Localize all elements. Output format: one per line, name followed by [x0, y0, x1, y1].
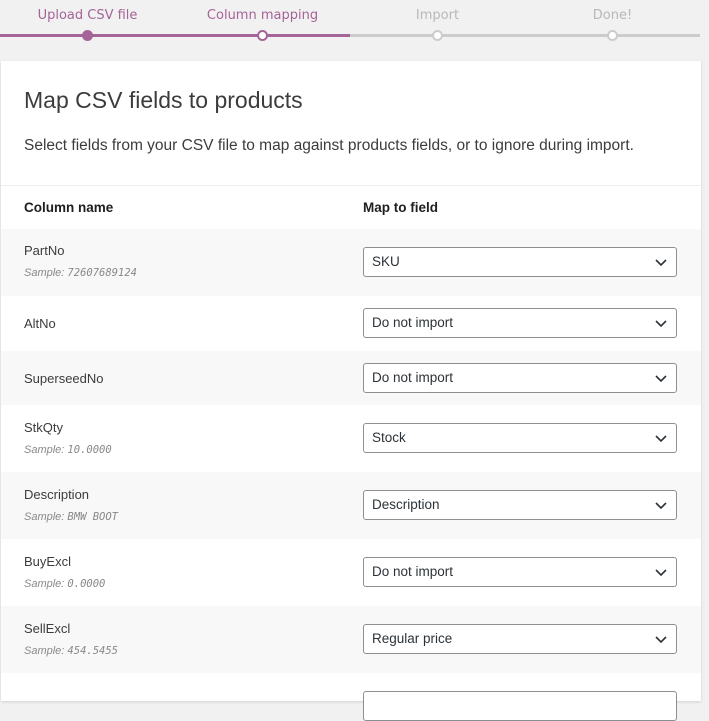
- table-row: [1, 673, 701, 721]
- map-field-select[interactable]: Stock: [363, 423, 677, 453]
- chevron-down-icon: [655, 569, 667, 577]
- step-done: Done!: [525, 0, 700, 52]
- table-row: Description Sample: BMW BOOT Description: [1, 472, 701, 539]
- column-name: AltNo: [24, 316, 56, 331]
- column-sample: Sample: 72607689124: [24, 267, 137, 279]
- chevron-down-icon: [655, 320, 667, 328]
- map-field-select[interactable]: Regular price: [363, 624, 677, 654]
- chevron-down-icon: [655, 435, 667, 443]
- column-name: Description: [24, 487, 90, 502]
- column-name: StkQty: [24, 420, 64, 435]
- mapping-card: Map CSV fields to products Select fields…: [1, 61, 701, 721]
- map-to-field-header: Map to field: [363, 200, 438, 215]
- chevron-down-icon: [655, 502, 667, 510]
- column-name: SellExcl: [24, 621, 71, 636]
- table-header: Column name Map to field: [1, 186, 701, 229]
- step-dot-icon: [607, 30, 618, 41]
- map-field-select[interactable]: Do not import: [363, 363, 677, 393]
- import-progress-steps: Upload CSV file Column mapping Import Do…: [0, 0, 709, 52]
- step-dot-icon: [82, 30, 93, 41]
- table-row: StkQty Sample: 10.0000 Stock: [1, 405, 701, 472]
- step-label: Done!: [592, 8, 633, 23]
- step-upload-csv: Upload CSV file: [0, 0, 175, 52]
- column-sample: Sample: 454.5455: [24, 645, 118, 657]
- card-header: Map CSV fields to products Select fields…: [1, 61, 701, 186]
- step-column-mapping: Column mapping: [175, 0, 350, 52]
- map-field-select[interactable]: SKU: [363, 247, 677, 277]
- table-row: AltNo Do not import: [1, 296, 701, 351]
- column-name: SuperseedNo: [24, 371, 104, 386]
- column-name: PartNo: [24, 243, 65, 258]
- chevron-down-icon: [655, 375, 667, 383]
- step-dot-icon: [257, 30, 268, 41]
- table-row: SuperseedNo Do not import: [1, 351, 701, 405]
- column-sample: Sample: BMW BOOT: [24, 511, 118, 523]
- chevron-down-icon: [655, 259, 667, 267]
- table-row: BuyExcl Sample: 0.0000 Do not import: [1, 539, 701, 606]
- column-sample: Sample: 0.0000: [24, 578, 106, 590]
- map-field-select[interactable]: Do not import: [363, 308, 677, 338]
- column-name: BuyExcl: [24, 554, 71, 569]
- chevron-down-icon: [655, 636, 667, 644]
- map-field-select[interactable]: Do not import: [363, 557, 677, 587]
- page-description: Select fields from your CSV file to map …: [24, 137, 634, 154]
- column-name-header: Column name: [24, 200, 114, 215]
- step-label: Upload CSV file: [37, 8, 138, 23]
- step-import: Import: [350, 0, 525, 52]
- page-title: Map CSV fields to products: [24, 87, 303, 113]
- step-dot-icon: [432, 30, 443, 41]
- column-sample: Sample: 10.0000: [24, 444, 112, 456]
- step-label: Column mapping: [206, 8, 319, 23]
- step-label: Import: [415, 8, 460, 23]
- map-field-select[interactable]: Description: [363, 490, 677, 520]
- map-field-select[interactable]: [363, 691, 677, 721]
- table-row: PartNo Sample: 72607689124 SKU: [1, 229, 701, 296]
- table-row: SellExcl Sample: 454.5455 Regular price: [1, 606, 701, 673]
